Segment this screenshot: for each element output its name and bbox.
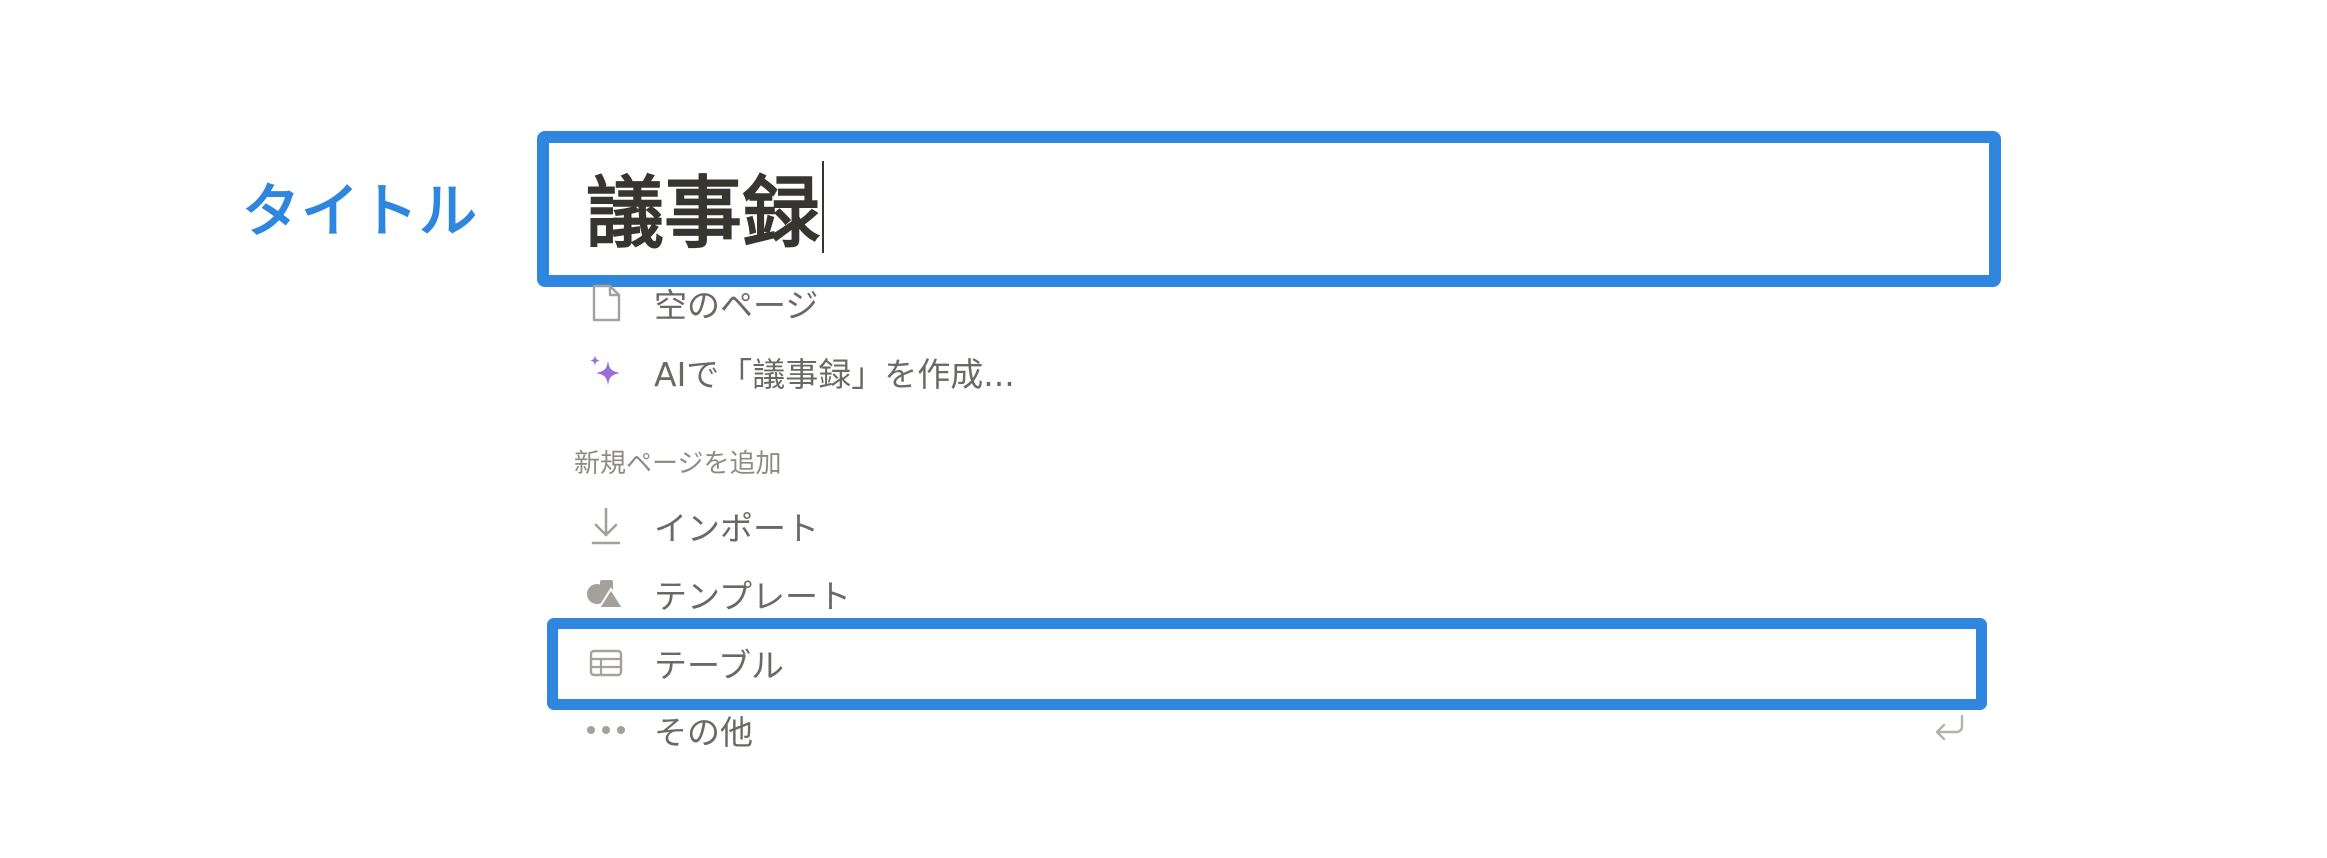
- menu-item-template[interactable]: テンプレート: [580, 562, 1980, 626]
- menu-item-label: テーブル: [654, 646, 785, 685]
- menu-item-label: AIで「議事録」を作成...: [654, 355, 1015, 394]
- menu-item-ai-create[interactable]: AIで「議事録」を作成...: [580, 340, 1980, 404]
- menu-item-label: インポート: [654, 509, 819, 548]
- ai-sparkle-icon: [580, 346, 632, 398]
- import-arrow-icon: [580, 500, 632, 552]
- menu-item-label: テンプレート: [654, 577, 852, 616]
- menu-item-import[interactable]: インポート: [580, 494, 1980, 558]
- menu-item-label: その他: [654, 713, 753, 752]
- menu-item-empty-page[interactable]: 空のページ: [580, 271, 1980, 335]
- title-highlight-frame: 議事録: [537, 131, 2001, 287]
- page-title-input[interactable]: 議事録: [586, 161, 825, 259]
- enter-key-icon: [1932, 712, 1966, 744]
- menu-item-more[interactable]: その他: [580, 698, 1980, 762]
- template-shapes-icon: [580, 568, 632, 620]
- title-callout-label: タイトル: [242, 177, 479, 245]
- page-title-text: 議事録: [586, 169, 821, 259]
- menu-item-label: 空のページ: [654, 286, 819, 325]
- canvas: タイトル 議事録 空のページ AIで「議事録」を作成... 新規ページを追加 イ…: [0, 0, 2327, 858]
- text-caret: [822, 161, 825, 253]
- page-icon: [580, 277, 632, 329]
- menu-item-table[interactable]: テーブル: [580, 631, 1980, 695]
- more-dots-icon: [580, 704, 632, 756]
- new-page-section-heading: 新規ページを追加: [574, 449, 782, 479]
- table-icon: [580, 637, 632, 689]
